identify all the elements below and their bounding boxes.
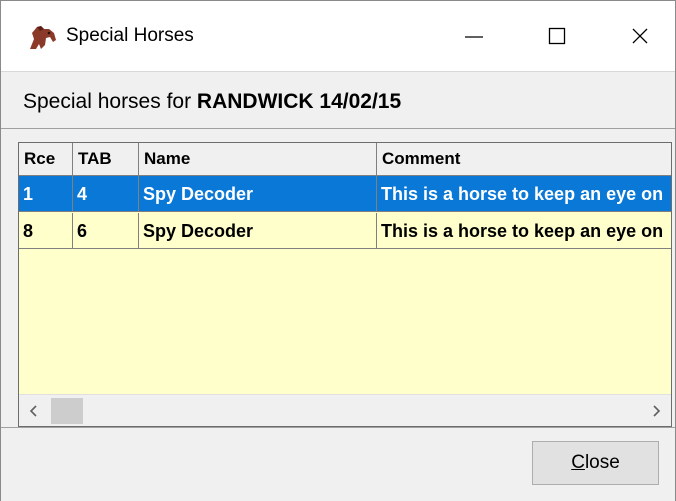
dialog-footer: Close	[1, 427, 675, 501]
cell-rce: 8	[19, 213, 73, 249]
scroll-right-button[interactable]	[641, 395, 671, 426]
grid-header: Rce TAB Name Comment	[19, 143, 671, 176]
minimize-icon	[465, 36, 483, 38]
minimize-button[interactable]	[449, 11, 499, 61]
maximize-icon	[548, 27, 566, 45]
scroll-left-button[interactable]	[19, 395, 49, 426]
table-row[interactable]: 8 6 Spy Decoder This is a horse to keep …	[19, 213, 671, 249]
window-title: Special Horses	[66, 25, 194, 46]
table-row[interactable]: 1 4 Spy Decoder This is a horse to keep …	[19, 176, 671, 212]
close-icon	[632, 28, 648, 44]
cell-name: Spy Decoder	[139, 176, 377, 212]
close-button-label: lose	[584, 452, 620, 473]
cell-rce: 1	[19, 176, 73, 212]
close-button-accelerator: C	[571, 452, 585, 473]
cell-name: Spy Decoder	[139, 213, 377, 249]
special-horses-grid[interactable]: Rce TAB Name Comment 1 4 Spy Decoder Thi…	[18, 142, 672, 427]
column-header-tab[interactable]: TAB	[73, 143, 139, 175]
horse-icon	[27, 23, 59, 51]
horizontal-scrollbar[interactable]	[19, 394, 671, 426]
cell-comment: This is a horse to keep an eye on	[377, 176, 671, 212]
special-horses-window: Special Horses Special horses for RANDWI…	[0, 0, 676, 501]
cell-tab: 4	[73, 176, 139, 212]
column-header-name[interactable]: Name	[139, 143, 377, 175]
header-panel: Special horses for RANDWICK 14/02/15	[1, 71, 675, 129]
column-header-comment[interactable]: Comment	[377, 143, 671, 175]
close-window-button[interactable]	[615, 11, 665, 61]
chevron-right-icon	[653, 405, 661, 417]
maximize-button[interactable]	[532, 11, 582, 61]
column-header-rce[interactable]: Rce	[19, 143, 73, 175]
header-venue: RANDWICK 14/02/15	[196, 90, 402, 113]
scrollbar-thumb[interactable]	[51, 398, 83, 424]
cell-tab: 6	[73, 213, 139, 249]
header-label: Special horses for RANDWICK 14/02/15	[23, 90, 401, 114]
title-bar[interactable]: Special Horses	[1, 1, 675, 71]
cell-comment: This is a horse to keep an eye on	[377, 213, 671, 249]
header-prefix: Special horses for	[23, 90, 197, 113]
close-button[interactable]: Close	[532, 441, 659, 485]
chevron-left-icon	[29, 405, 37, 417]
